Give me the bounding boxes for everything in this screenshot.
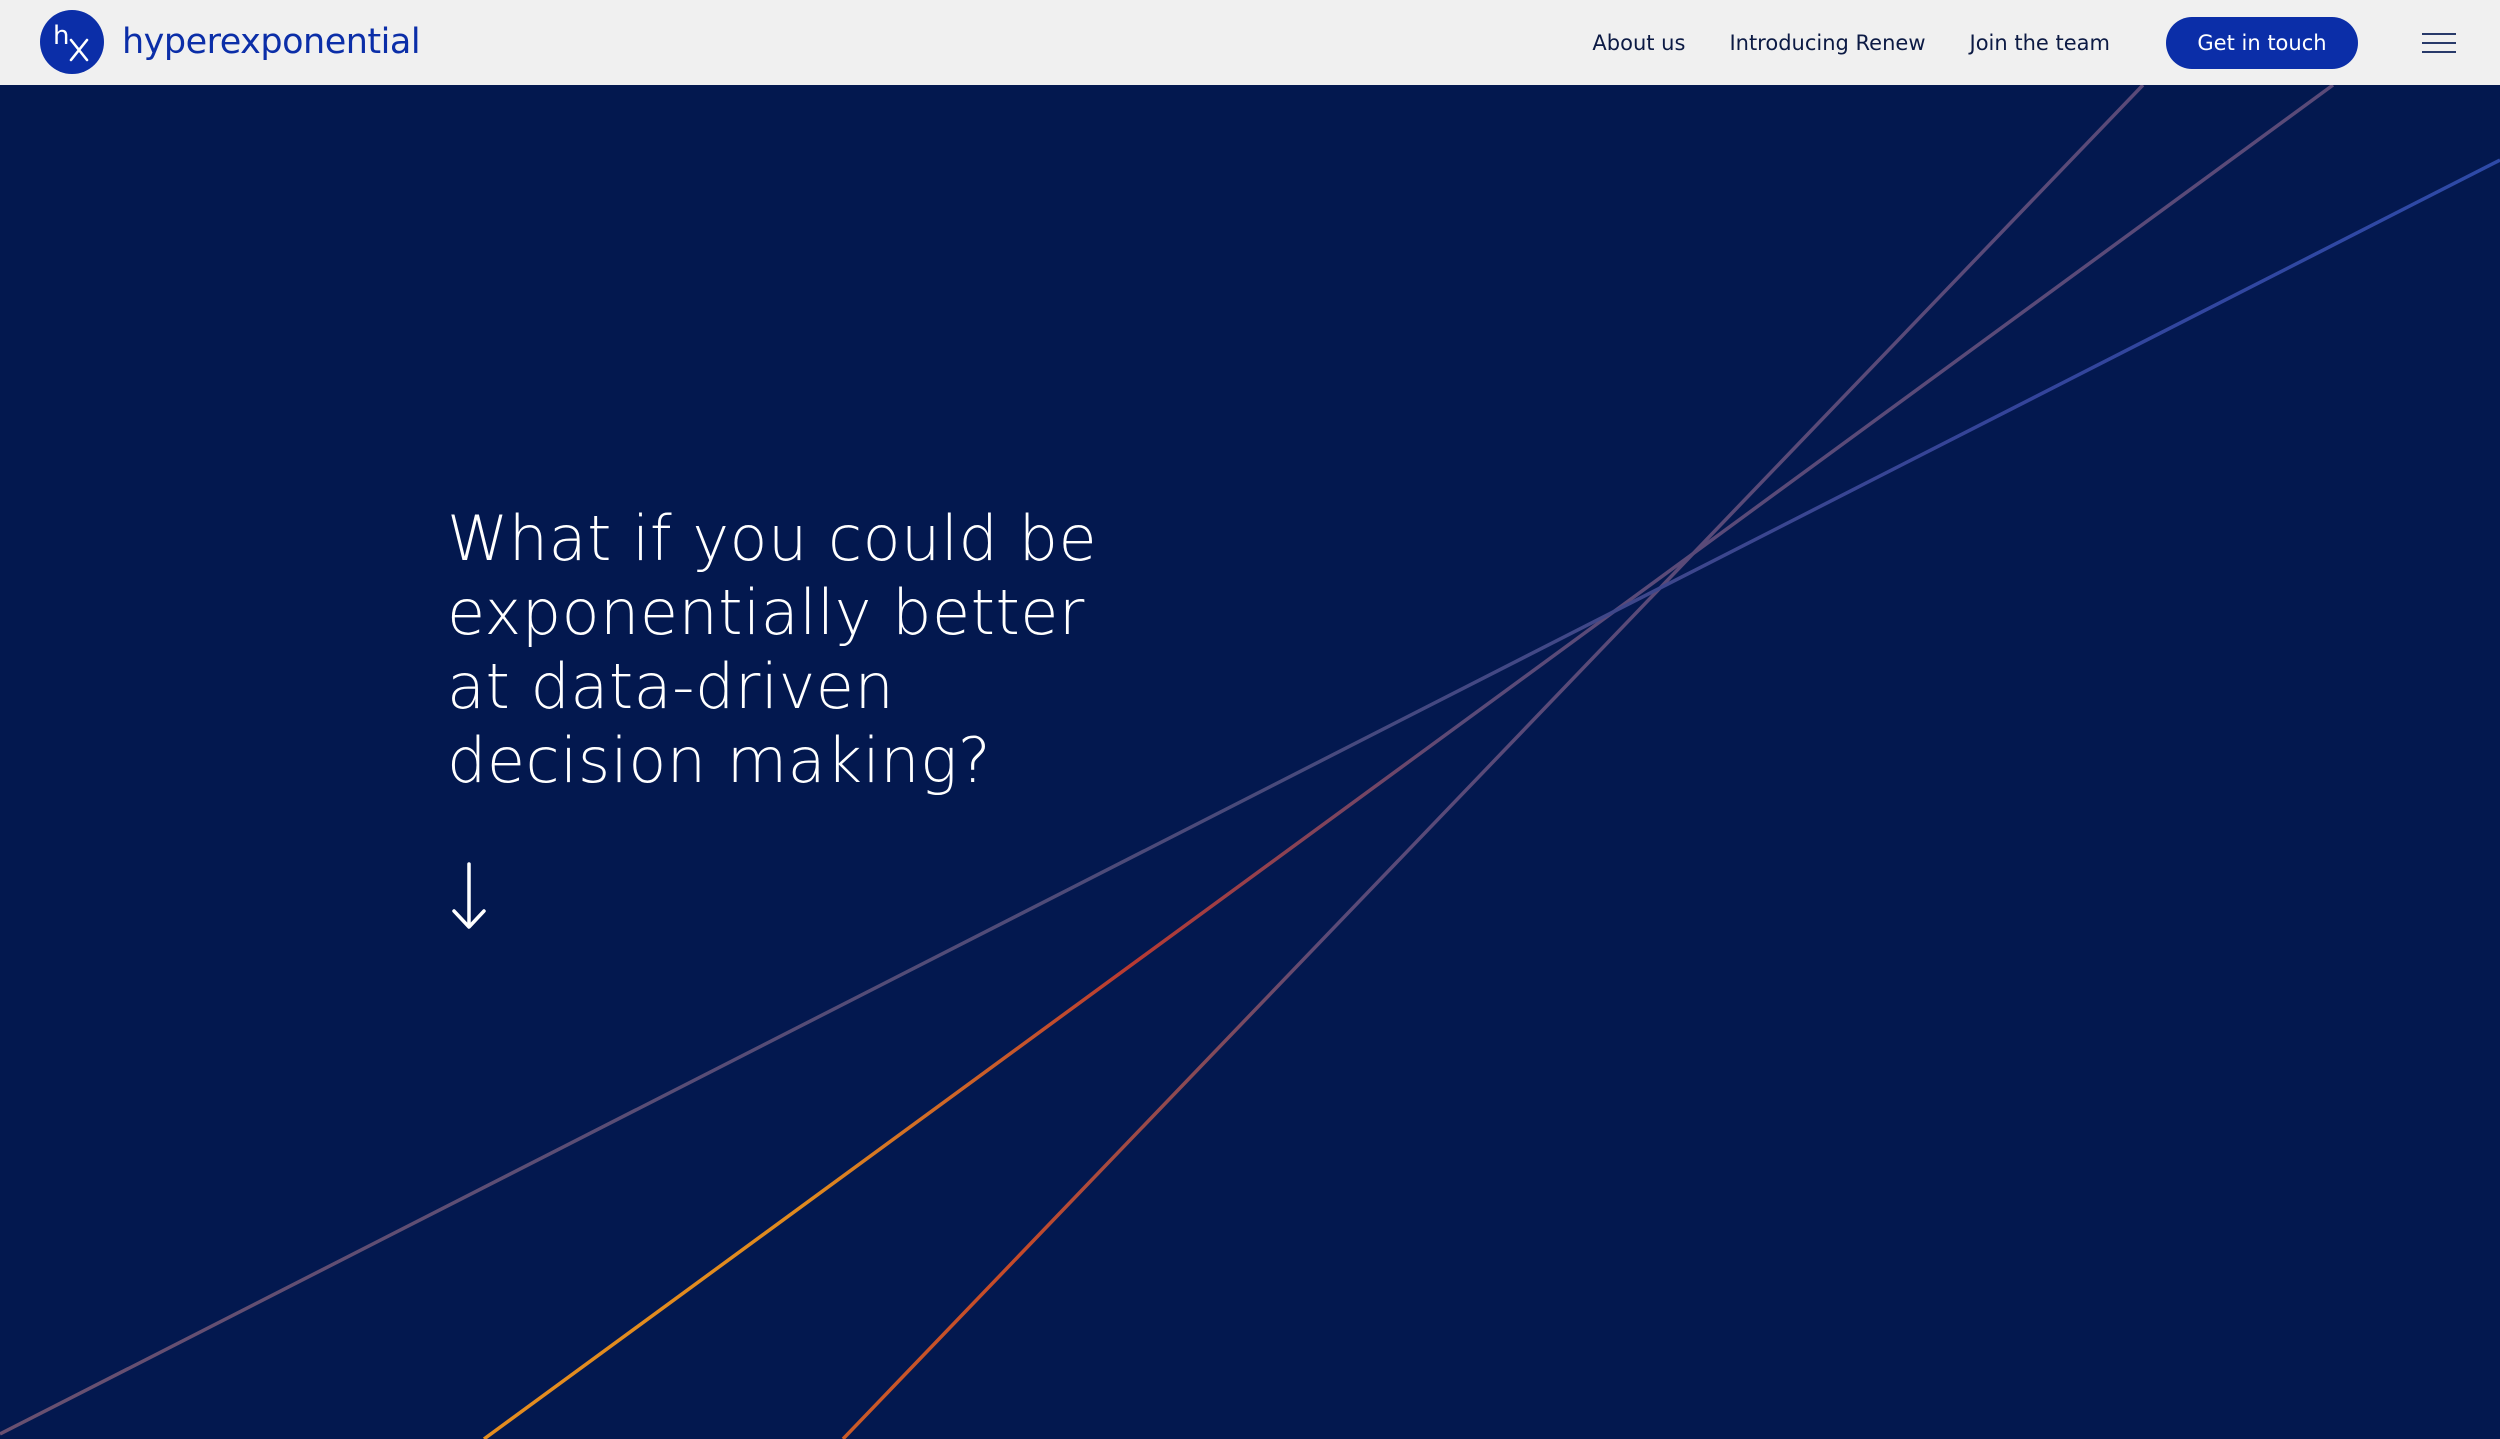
nav-link-about-us[interactable]: About us [1592, 31, 1685, 55]
get-in-touch-button[interactable]: Get in touch [2166, 16, 2358, 69]
brand-home-link[interactable]: h hyperexponential [40, 10, 421, 74]
line-c [0, 158, 2500, 1436]
hero-headline-line: decision making? [447, 724, 992, 797]
top-navigation-bar: h hyperexponential About us Introducing … [0, 0, 2500, 85]
hero-headline: What if you could be exponentially bette… [447, 502, 1167, 798]
menu-line [2422, 50, 2456, 53]
hero-headline-line: at data-driven [447, 650, 895, 723]
nav-link-join-the-team[interactable]: Join the team [1970, 31, 2110, 55]
arrow-down-icon[interactable] [449, 862, 489, 932]
hx-logo-icon: h [40, 10, 104, 74]
main-nav: About us Introducing Renew Join the team… [1592, 0, 2500, 85]
menu-line [2422, 32, 2456, 35]
hero-headline-line: What if you could be [447, 502, 1098, 575]
nav-link-introducing-renew[interactable]: Introducing Renew [1729, 31, 1925, 55]
hero-headline-line: exponentially better [447, 576, 1085, 649]
brand-name: hyperexponential [122, 21, 421, 62]
decorative-lines [0, 83, 2500, 1439]
hero-section: What if you could be exponentially bette… [447, 502, 1167, 798]
page: h hyperexponential About us Introducing … [0, 0, 2500, 1439]
svg-text:h: h [53, 21, 69, 51]
hamburger-menu-icon[interactable] [2422, 32, 2456, 53]
menu-line [2422, 41, 2456, 44]
